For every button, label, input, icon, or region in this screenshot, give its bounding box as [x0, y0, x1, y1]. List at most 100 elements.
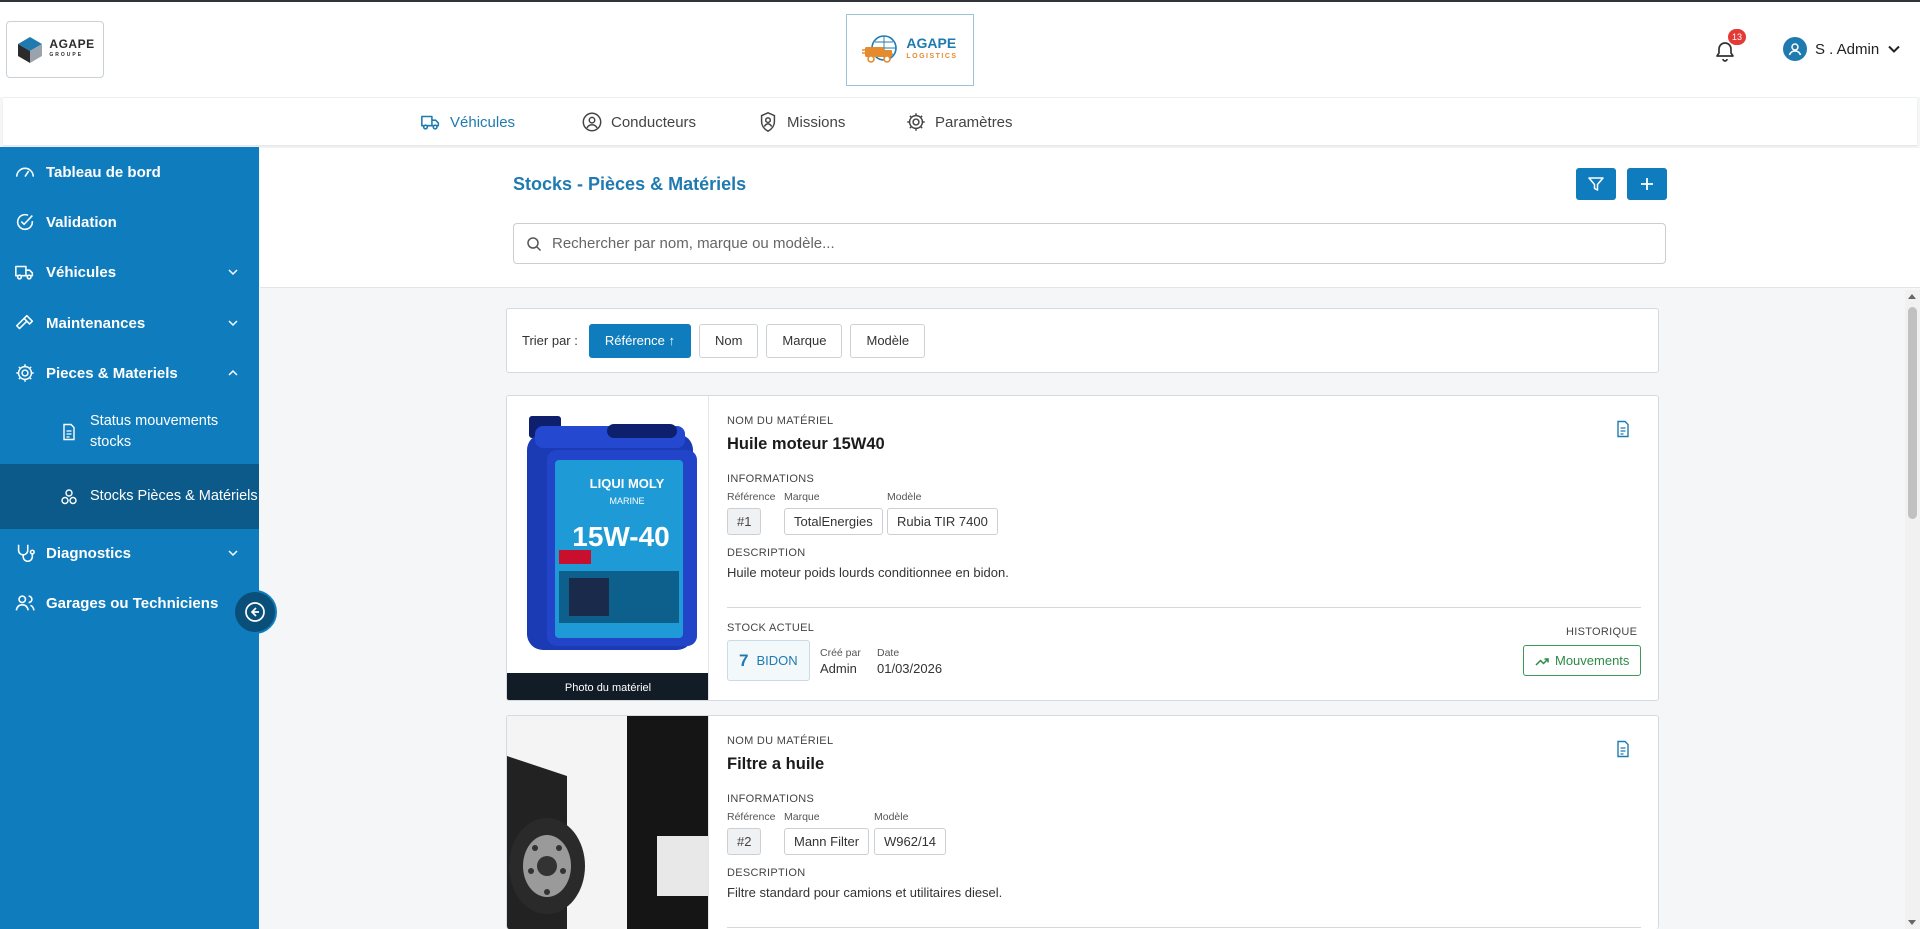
- description-text: Filtre standard pour camions et utilitai…: [727, 885, 1003, 900]
- nav-vehicules-label: Véhicules: [450, 113, 516, 131]
- sort-bar: Trier par : Référence ↑ Nom Marque Modèl…: [506, 308, 1659, 373]
- sidebar-item-garages[interactable]: Garages ou Techniciens: [0, 578, 259, 628]
- user-circle-icon: [582, 112, 602, 132]
- search-input[interactable]: [552, 235, 1652, 252]
- user-menu[interactable]: S . Admin: [1783, 37, 1901, 61]
- nav-conducteurs[interactable]: Conducteurs: [581, 111, 696, 133]
- sort-marque-button[interactable]: Marque: [766, 323, 843, 358]
- truck-icon: [15, 265, 34, 280]
- material-name: Huile moteur 15W40: [727, 435, 885, 453]
- agape-logistics-logo[interactable]: AGAPE LOGISTICS: [846, 14, 974, 86]
- sidebar-subitem-status-mouvements[interactable]: Status mouvements stocks: [0, 399, 259, 464]
- sidebar-item-label: Maintenances: [46, 314, 146, 332]
- material-photo: LIQUI MOLY MARINE 15W-40 Photo du matéri…: [507, 396, 709, 700]
- sidebar-item-maintenances[interactable]: Maintenances: [0, 298, 259, 348]
- truck-icon: [421, 115, 440, 130]
- logo-center-text: AGAPE LOGISTICS: [906, 35, 958, 60]
- logo-left-text: AGAPE GROUPE: [49, 36, 95, 58]
- chevron-up-icon: [228, 369, 238, 376]
- sidebar-subitem-label: Status mouvements stocks: [90, 412, 219, 450]
- gear-icon: [907, 113, 925, 131]
- reference-label: Référence: [727, 491, 776, 503]
- material-card: NOM DU MATÉRIEL Filtre a huile INFORMATI…: [506, 715, 1659, 929]
- hammer-icon: [15, 314, 34, 330]
- movements-button[interactable]: Mouvements: [1523, 645, 1642, 676]
- search-box: [513, 223, 1666, 264]
- sort-nom-button[interactable]: Nom: [698, 323, 759, 358]
- model-value: W962/14: [874, 828, 947, 855]
- reference-value: #2: [727, 828, 762, 855]
- reference-value: #1: [727, 508, 762, 535]
- created-by-label: Créé par: [820, 647, 861, 659]
- sidebar-subitem-stocks[interactable]: Stocks Pièces & Matériels: [0, 464, 259, 529]
- sidebar-item-vehicules[interactable]: Véhicules: [0, 247, 259, 297]
- brand-label: Marque: [784, 491, 820, 503]
- add-button[interactable]: [1627, 168, 1667, 200]
- stethoscope-icon: [17, 544, 35, 562]
- scroll-down-arrow[interactable]: [1908, 920, 1916, 925]
- agape-groupe-logo[interactable]: AGAPE GROUPE: [6, 21, 104, 78]
- stock-label: STOCK ACTUEL: [727, 622, 815, 634]
- sidebar-item-validation[interactable]: Validation: [0, 197, 259, 247]
- sidebar-collapse-button[interactable]: [233, 590, 277, 634]
- card-divider: [727, 607, 1641, 608]
- avatar: [1783, 37, 1807, 61]
- brand-value: Mann Filter: [784, 828, 870, 855]
- chevron-down-icon: [228, 320, 238, 327]
- sidebar-item-tableau-de-bord[interactable]: Tableau de bord: [0, 147, 259, 197]
- main-navigation: Véhicules Conducteurs Missions Paramètre…: [3, 97, 1917, 146]
- users-icon: [15, 595, 35, 611]
- date-value: 01/03/2026: [877, 661, 943, 676]
- model-label: Modèle: [874, 811, 909, 823]
- sidebar-item-diagnostics[interactable]: Diagnostics: [0, 528, 259, 578]
- nav-missions[interactable]: Missions: [757, 111, 845, 133]
- date-label: Date: [877, 647, 900, 659]
- sidebar-item-label: Tableau de bord: [46, 163, 161, 181]
- photo-caption: Photo du matériel: [507, 673, 708, 700]
- nav-conducteurs-label: Conducteurs: [611, 113, 697, 131]
- info-label: INFORMATIONS: [727, 473, 815, 485]
- user-name: S . Admin: [1815, 40, 1880, 58]
- trending-up-icon: [1535, 657, 1549, 666]
- bottle-brand-text: LIQUI MOLY: [590, 476, 665, 491]
- scroll-up-arrow[interactable]: [1908, 294, 1916, 299]
- bottle-grade-text: 15W-40: [572, 521, 669, 552]
- nav-vehicules[interactable]: Véhicules: [420, 111, 515, 133]
- stock-quantity-box: 7 BIDON: [727, 640, 810, 681]
- sort-modele-button[interactable]: Modèle: [850, 323, 926, 358]
- material-photo: [507, 716, 709, 929]
- history-label: HISTORIQUE: [1566, 626, 1638, 638]
- description-label: DESCRIPTION: [727, 867, 806, 879]
- arrow-left-circle-icon: [245, 602, 265, 622]
- sidebar-subitem-label: Stocks Pièces & Matériels: [90, 488, 258, 504]
- cube-logo-icon: [18, 36, 43, 63]
- nav-parametres[interactable]: Paramètres: [905, 111, 1013, 133]
- description-text: Huile moteur poids lourds conditionnee e…: [727, 565, 1009, 580]
- chevron-down-icon: [228, 550, 238, 557]
- scrollbar-thumb[interactable]: [1908, 307, 1917, 519]
- page-header: Stocks - Pièces & Matériels: [260, 148, 1920, 288]
- top-bar: AGAPE GROUPE AGAPE LOGISTICS 13 S . Admin: [0, 2, 1920, 97]
- brand-label: Marque: [784, 811, 820, 823]
- sidebar-item-label: Validation: [46, 213, 117, 231]
- created-by-value: Admin: [820, 661, 857, 676]
- gauge-icon: [15, 167, 35, 178]
- sort-label: Trier par :: [522, 333, 578, 348]
- oil-bottle-image: LIQUI MOLY MARINE 15W-40: [527, 416, 697, 650]
- page-scrollbar[interactable]: [1905, 290, 1920, 929]
- model-value: Rubia TIR 7400: [887, 508, 998, 535]
- sidebar-item-label: Pieces & Materiels: [46, 364, 178, 382]
- sidebar-item-label: Véhicules: [46, 263, 117, 281]
- model-label: Modèle: [887, 491, 922, 503]
- movements-button-label: Mouvements: [1555, 653, 1630, 668]
- notification-count-badge: 13: [1728, 29, 1747, 45]
- plus-icon: [1641, 178, 1653, 190]
- user-avatar-icon: [1788, 43, 1802, 56]
- document-icon[interactable]: [1614, 740, 1632, 758]
- sidebar-item-pieces-materiels[interactable]: Pieces & Materiels: [0, 348, 259, 398]
- filter-button[interactable]: [1576, 168, 1616, 200]
- sidebar-item-label: Garages ou Techniciens: [46, 594, 219, 612]
- cogs-icon: [61, 488, 77, 504]
- sort-reference-button[interactable]: Référence ↑: [588, 323, 691, 358]
- document-icon[interactable]: [1614, 420, 1632, 438]
